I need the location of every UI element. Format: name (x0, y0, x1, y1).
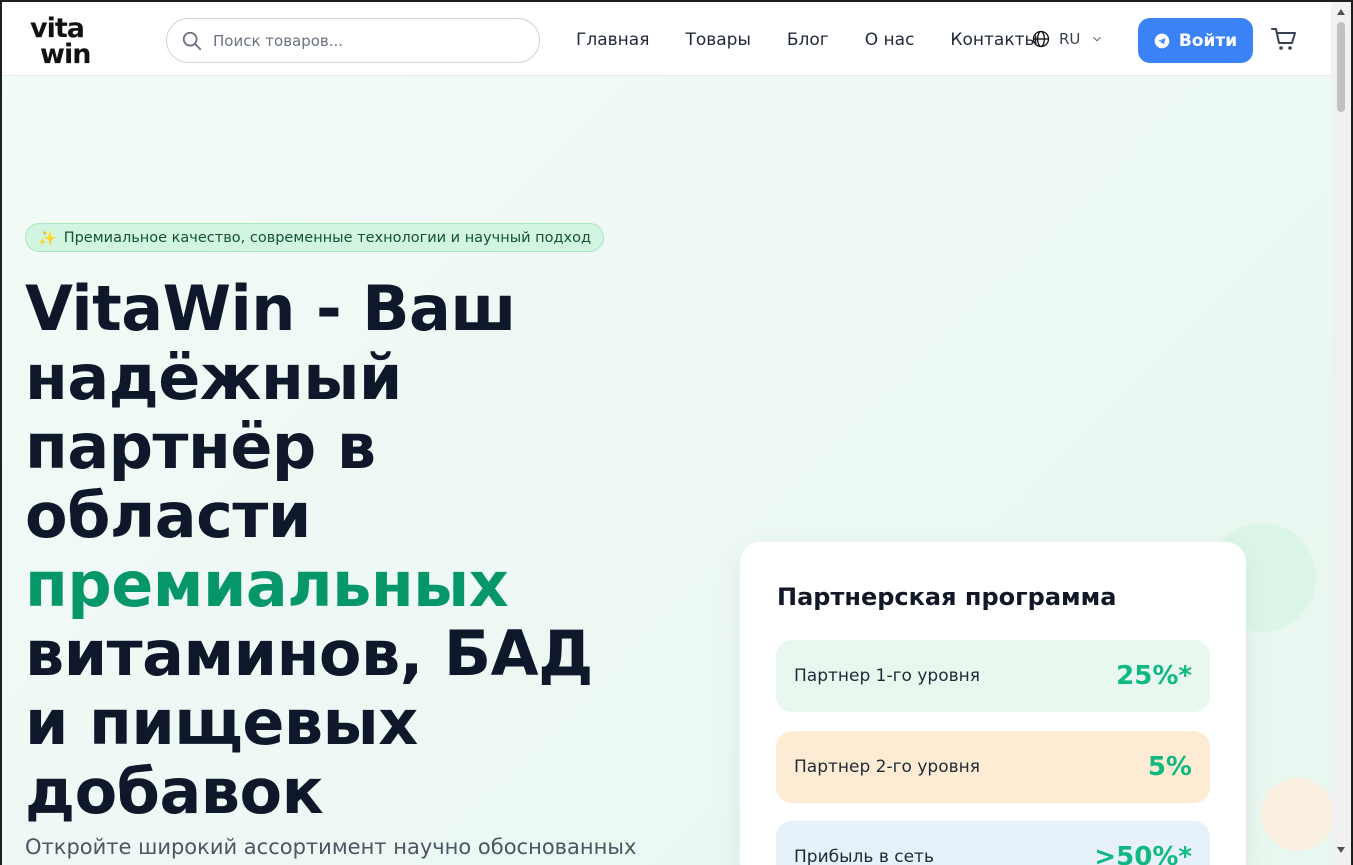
nav-blog[interactable]: Блог (787, 30, 829, 50)
language-selector[interactable]: RU (1032, 30, 1104, 48)
language-code: RU (1059, 30, 1081, 48)
hero-subtitle: Откройте широкий ассортимент научно обос… (25, 835, 637, 859)
nav-about[interactable]: О нас (865, 30, 915, 50)
vertical-scrollbar[interactable] (1331, 2, 1351, 865)
globe-icon (1032, 30, 1050, 48)
partner-row-level2: Партнер 2-го уровня 5% (776, 731, 1210, 803)
sparkles-icon: ✨ (38, 228, 57, 247)
search-input[interactable] (213, 31, 513, 50)
logo-mark: vita win (30, 14, 91, 66)
scroll-down-arrow-icon[interactable] (1336, 846, 1346, 854)
search-box[interactable] (166, 18, 540, 63)
partner-row-level1: Партнер 1-го уровня 25%* (776, 640, 1210, 712)
hero-title-accent: премиальных (25, 548, 509, 621)
hero-badge: ✨ Премиальное качество, современные техн… (25, 223, 605, 252)
svg-text:win: win (40, 39, 90, 66)
nav-contacts[interactable]: Контакты (950, 30, 1038, 50)
telegram-icon (1154, 33, 1170, 48)
partner-row-label: Партнер 1-го уровня (794, 666, 980, 686)
page-viewport: vita win Главная Товары Блог О нас Конта… (0, 0, 1353, 865)
scroll-up-arrow-icon[interactable] (1336, 8, 1346, 16)
partner-program-card: Партнерская программа Партнер 1-го уровн… (740, 542, 1246, 865)
partner-row-label: Партнер 2-го уровня (794, 757, 980, 777)
hero-title-part2: витаминов, БАД и пищевых добавок (25, 617, 593, 828)
decorative-circle-peach (1261, 778, 1334, 851)
cart-icon[interactable] (1270, 25, 1298, 53)
nav-products[interactable]: Товары (685, 30, 750, 50)
site-header: vita win Главная Товары Блог О нас Конта… (2, 2, 1333, 76)
partner-row-label: Прибыль в сеть (794, 847, 934, 865)
chevron-down-icon (1093, 36, 1102, 42)
main-nav: Главная Товары Блог О нас Контакты (576, 30, 1074, 50)
partner-row-network: Прибыль в сеть >50%* (776, 821, 1210, 865)
scrollbar-thumb[interactable] (1337, 22, 1345, 112)
partner-card-title: Партнерская программа (777, 583, 1117, 611)
vitawin-logo[interactable]: vita win (28, 14, 128, 66)
partner-row-value: 5% (1147, 752, 1192, 782)
login-button[interactable]: Войти (1138, 18, 1253, 63)
login-label: Войти (1178, 30, 1238, 51)
partner-row-value: >50%* (1094, 842, 1192, 865)
hero-badge-text: Премиальное качество, современные технол… (63, 229, 592, 246)
partner-row-value: 25%* (1116, 661, 1192, 691)
hero-title-part1: VitaWin - Ваш надёжный партнёр в области (25, 272, 516, 552)
search-icon (182, 31, 202, 50)
hero-title: VitaWin - Ваш надёжный партнёр в области… (25, 274, 645, 826)
nav-home[interactable]: Главная (576, 30, 649, 50)
